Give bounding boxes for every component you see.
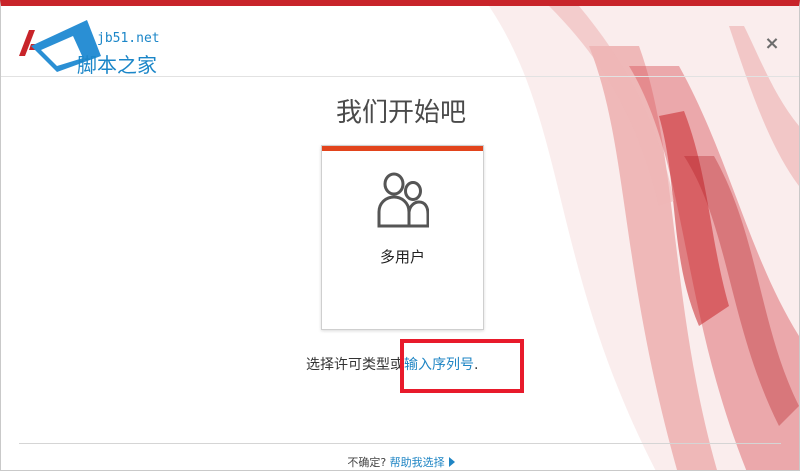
- highlight-annotation: [400, 339, 524, 393]
- close-icon: ×: [764, 33, 780, 54]
- footer-question: 不确定?: [347, 456, 387, 469]
- close-button[interactable]: ×: [763, 35, 781, 53]
- card-accent-bar: [322, 146, 483, 151]
- users-icon: [377, 172, 429, 228]
- header-divider: [1, 76, 799, 77]
- watermark-name-text: 脚本之家: [77, 53, 157, 77]
- card-label: 多用户: [379, 248, 425, 266]
- help-me-choose-link[interactable]: 帮助我选择: [390, 456, 455, 469]
- multi-user-card[interactable]: 多用户: [321, 145, 484, 330]
- footer-divider: [19, 443, 781, 444]
- arrow-right-icon: [448, 457, 455, 467]
- help-link-label: 帮助我选择: [389, 456, 445, 469]
- instruction-text: 选择许可类型或: [306, 357, 404, 373]
- footer: 不确定? 帮助我选择: [1, 454, 799, 470]
- page-title: 我们开始吧: [335, 98, 466, 128]
- watermark-site-text: jb51.net: [97, 31, 160, 46]
- dialog-window: jb51.net 脚本之家 × 我们开始吧 多用户 选择许可类型或输入序列号. …: [0, 0, 800, 471]
